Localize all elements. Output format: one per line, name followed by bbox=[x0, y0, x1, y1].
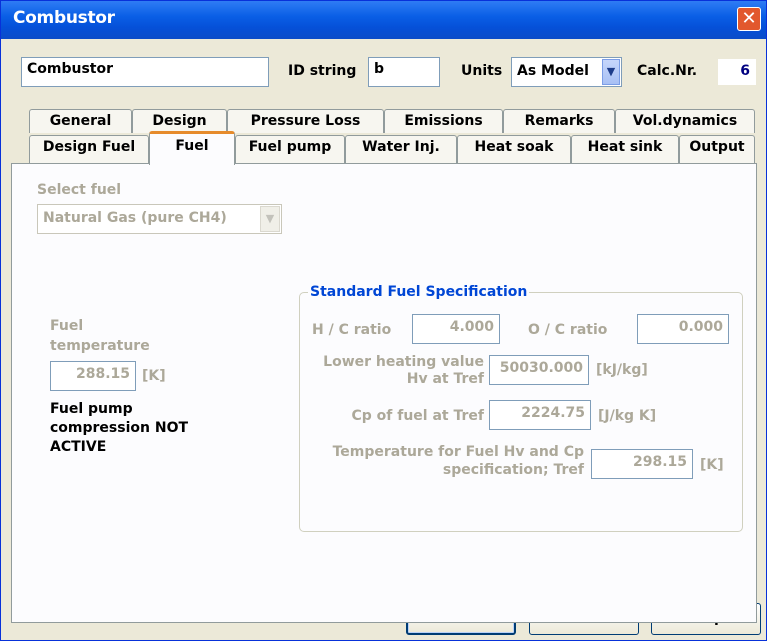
tab-design[interactable]: Design bbox=[132, 109, 227, 133]
tab-vol-dynamics[interactable]: Vol.dynamics bbox=[615, 109, 755, 133]
standard-fuel-spec-title: Standard Fuel Specification bbox=[308, 284, 530, 300]
tab-emissions[interactable]: Emissions bbox=[384, 109, 503, 133]
tref-unit: [K] bbox=[700, 457, 724, 473]
calc-nr-label: Calc.Nr. bbox=[637, 63, 698, 79]
hc-ratio-input[interactable]: 4.000 bbox=[412, 314, 500, 344]
id-string-input[interactable]: b bbox=[368, 57, 440, 87]
component-name-input[interactable]: Combustor bbox=[21, 57, 269, 87]
units-selected-value: As Model bbox=[517, 63, 589, 79]
close-button[interactable]: ✕ bbox=[737, 7, 761, 31]
cp-unit: [J/kg K] bbox=[598, 408, 657, 424]
select-fuel-label: Select fuel bbox=[37, 182, 122, 198]
lhv-label-line2: Hv at Tref bbox=[406, 371, 484, 387]
tab-fuel-pump[interactable]: Fuel pump bbox=[235, 135, 345, 163]
chevron-down-icon[interactable]: ▼ bbox=[260, 206, 280, 232]
oc-ratio-input[interactable]: 0.000 bbox=[637, 314, 729, 344]
tab-fuel[interactable]: Fuel bbox=[149, 131, 235, 165]
tab-heat-sink[interactable]: Heat sink bbox=[571, 135, 679, 163]
tab-pressure-loss[interactable]: Pressure Loss bbox=[227, 109, 384, 133]
fuel-pump-note-line2: compression NOT bbox=[50, 420, 189, 436]
tab-output[interactable]: Output bbox=[679, 135, 755, 163]
tab-heat-soak[interactable]: Heat soak bbox=[457, 135, 571, 163]
tref-input[interactable]: 298.15 bbox=[591, 449, 693, 479]
lhv-input[interactable]: 50030.000 bbox=[489, 355, 589, 385]
lhv-label-line1: Lower heating value bbox=[323, 354, 484, 370]
fuel-tab-panel: Select fuel Natural Gas (pure CH4) ▼ Fue… bbox=[11, 163, 757, 623]
units-label: Units bbox=[461, 63, 503, 79]
tref-label-line1: Temperature for Fuel Hv and Cp bbox=[332, 444, 584, 460]
fuel-temperature-input[interactable]: 288.15 bbox=[50, 361, 136, 391]
fuel-temperature-label-line2: temperature bbox=[50, 338, 150, 354]
tab-water-inj[interactable]: Water Inj. bbox=[345, 135, 457, 163]
oc-ratio-label: O / C ratio bbox=[528, 322, 608, 338]
fuel-pump-note-line3: ACTIVE bbox=[50, 439, 107, 455]
fuel-pump-note-line1: Fuel pump bbox=[50, 401, 133, 417]
cp-label: Cp of fuel at Tref bbox=[351, 408, 485, 424]
chevron-down-icon[interactable]: ▼ bbox=[602, 59, 620, 85]
title-bar[interactable]: Combustor ✕ bbox=[1, 1, 766, 39]
calc-nr-value: 6 bbox=[718, 59, 756, 85]
hc-ratio-label: H / C ratio bbox=[312, 322, 392, 338]
cp-input[interactable]: 2224.75 bbox=[489, 400, 591, 430]
tab-remarks[interactable]: Remarks bbox=[503, 109, 615, 133]
fuel-select[interactable]: Natural Gas (pure CH4) ▼ bbox=[37, 204, 282, 234]
tref-label-line2: specification; Tref bbox=[442, 462, 584, 478]
close-icon: ✕ bbox=[741, 8, 757, 29]
units-select[interactable]: As Model ▼ bbox=[511, 57, 622, 87]
lhv-unit: [kJ/kg] bbox=[596, 362, 648, 378]
window-title: Combustor bbox=[13, 8, 115, 28]
tab-design-fuel[interactable]: Design Fuel bbox=[29, 135, 149, 163]
fuel-temperature-unit: [K] bbox=[142, 368, 166, 384]
fuel-selected-value: Natural Gas (pure CH4) bbox=[43, 210, 227, 226]
fuel-temperature-label-line1: Fuel bbox=[50, 318, 84, 334]
combustor-dialog: Combustor ✕ Combustor ID string b Units … bbox=[0, 0, 767, 641]
tab-general[interactable]: General bbox=[29, 109, 132, 133]
id-string-label: ID string bbox=[288, 63, 357, 79]
